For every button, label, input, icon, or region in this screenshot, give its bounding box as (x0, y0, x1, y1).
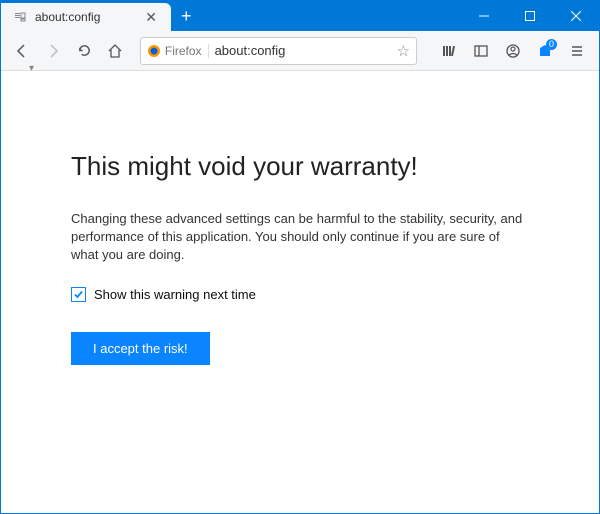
library-button[interactable] (435, 37, 463, 65)
tab-title: about:config (35, 10, 100, 24)
forward-button[interactable] (40, 37, 65, 65)
url-bar[interactable]: Firefox ☆ (140, 37, 417, 65)
account-button[interactable] (499, 37, 527, 65)
bookmark-star-icon[interactable]: ☆ (397, 42, 410, 60)
browser-tab[interactable]: about:config ✕ (1, 3, 171, 31)
back-button[interactable] (9, 37, 34, 65)
warning-heading: This might void your warranty! (71, 151, 529, 182)
window-maximize-button[interactable] (507, 1, 553, 31)
window-titlebar: about:config ✕ + (1, 1, 599, 31)
app-menu-button[interactable] (563, 37, 591, 65)
firefox-logo-icon (147, 44, 161, 58)
home-button[interactable] (103, 37, 128, 65)
sidebar-button[interactable] (467, 37, 495, 65)
accept-risk-button[interactable]: I accept the risk! (71, 332, 210, 365)
new-tab-button[interactable]: + (171, 1, 202, 31)
notification-badge: 0 (546, 39, 557, 50)
back-history-dropdown-icon[interactable]: ▾ (29, 63, 34, 74)
show-warning-checkbox-row[interactable]: Show this warning next time (71, 287, 529, 302)
window-minimize-button[interactable] (461, 1, 507, 31)
checkmark-icon (73, 289, 84, 300)
tab-favicon-icon (13, 10, 27, 24)
notifications-button[interactable]: 0 (531, 37, 559, 65)
tab-close-icon[interactable]: ✕ (141, 9, 161, 26)
about-config-warning: This might void your warranty! Changing … (1, 71, 599, 365)
window-close-button[interactable] (553, 1, 599, 31)
warning-body: Changing these advanced settings can be … (71, 210, 529, 265)
url-input[interactable] (215, 43, 391, 58)
show-warning-label: Show this warning next time (94, 287, 256, 302)
show-warning-checkbox[interactable] (71, 287, 86, 302)
navigation-toolbar: ▾ Firefox ☆ 0 (1, 31, 599, 71)
identity-label: Firefox (165, 44, 202, 58)
identity-box[interactable]: Firefox (147, 44, 209, 58)
reload-button[interactable] (71, 37, 96, 65)
